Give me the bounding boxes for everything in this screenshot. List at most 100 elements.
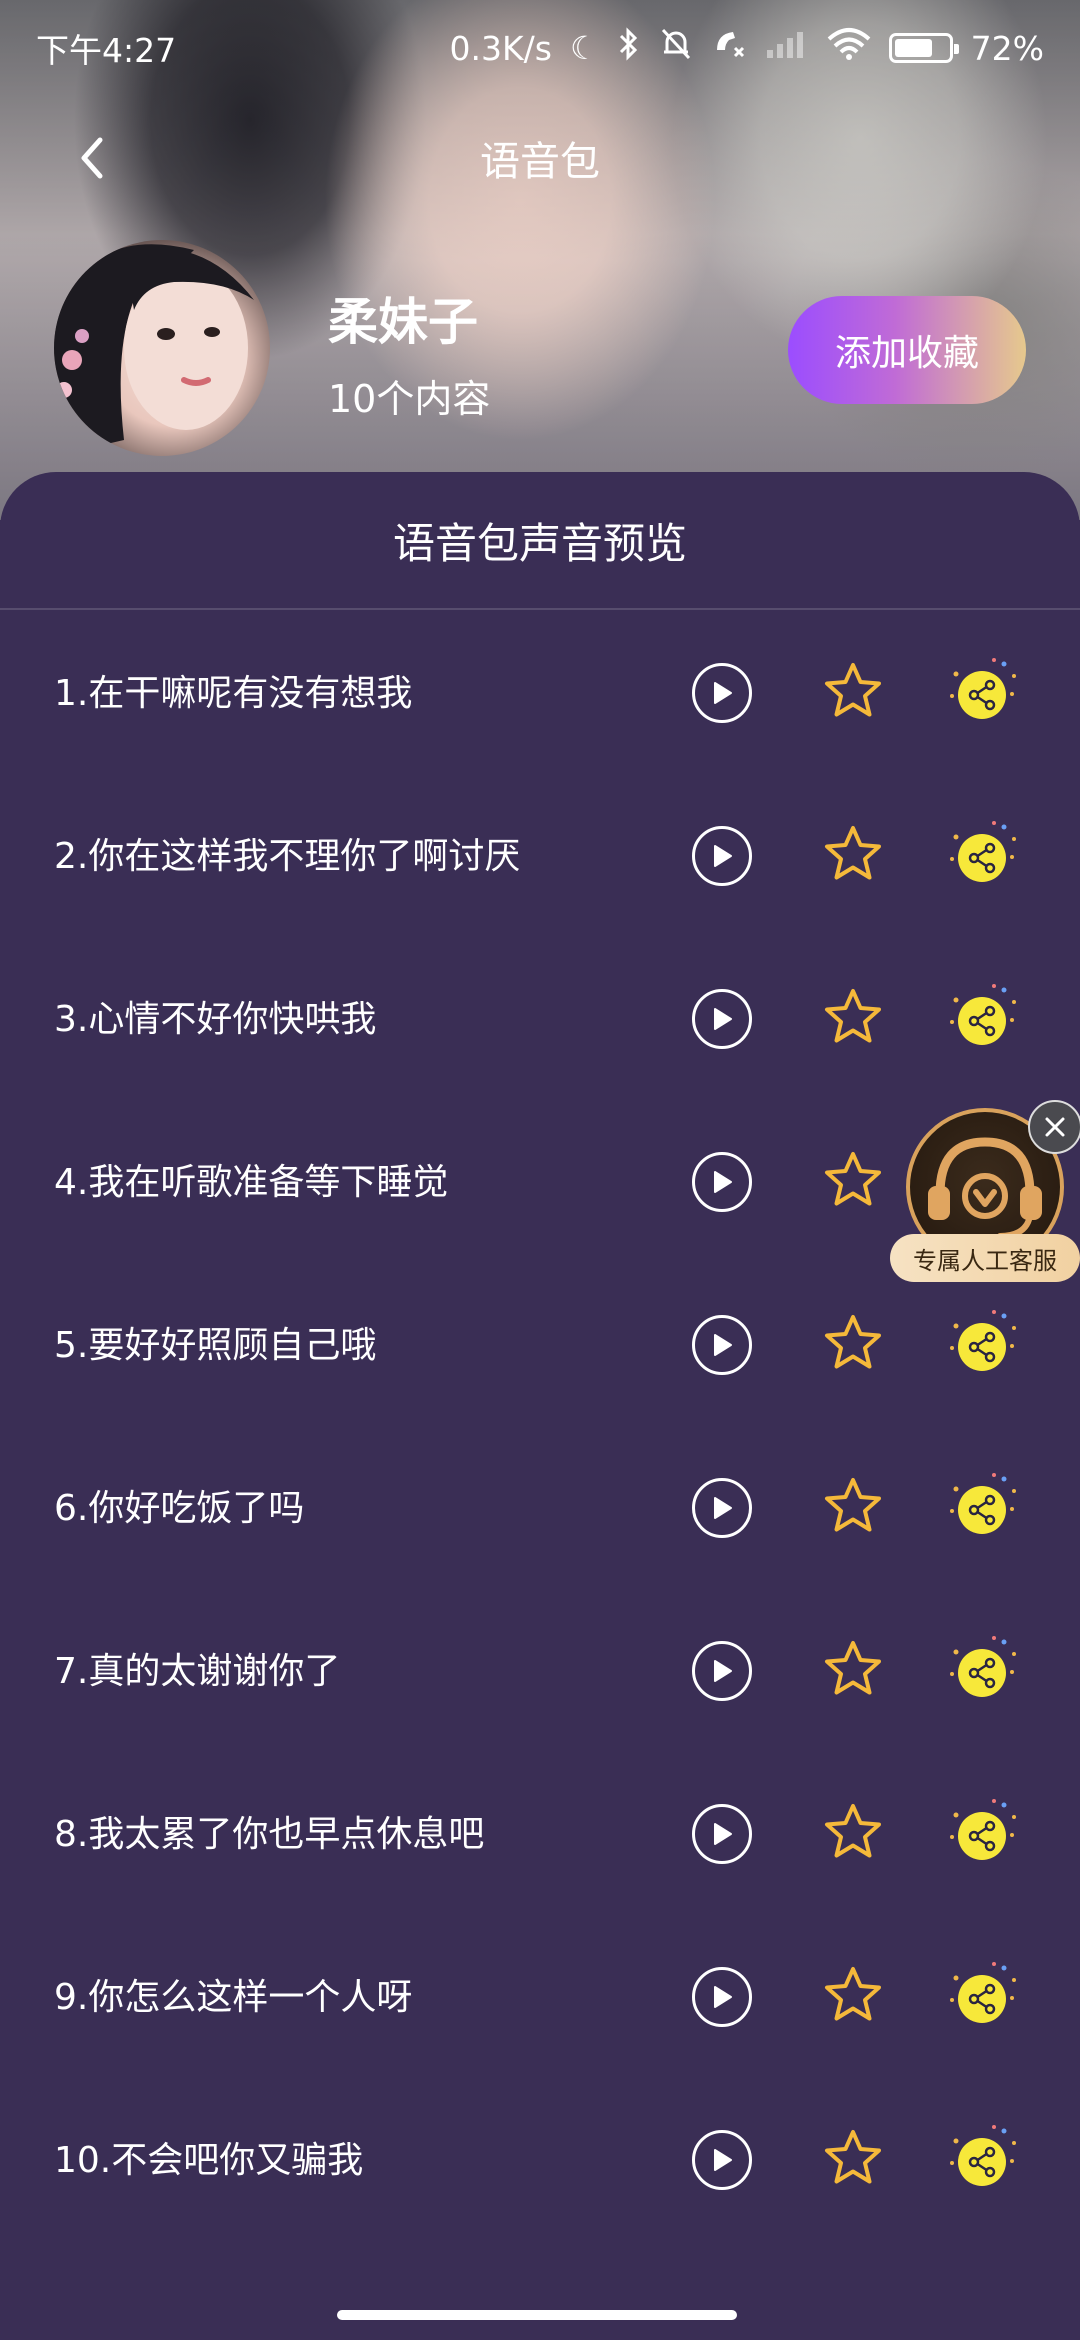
add-favorite-button[interactable]: 添加收藏 [788, 296, 1026, 404]
share-icon [950, 658, 1016, 719]
list-item: 3.心情不好你快哄我 [0, 938, 1080, 1101]
play-icon [714, 1334, 732, 1356]
share-icon [950, 1473, 1016, 1534]
play-button[interactable] [692, 826, 752, 886]
play-button[interactable] [692, 663, 752, 723]
favorite-star-button[interactable] [822, 1801, 884, 1863]
share-button[interactable] [944, 2121, 1020, 2197]
list-item: 2.你在这样我不理你了啊讨厌 [0, 775, 1080, 938]
list-item: 1.在干嘛呢有没有想我 [0, 612, 1080, 775]
share-button[interactable] [944, 980, 1020, 1056]
battery-percent: 72% [970, 28, 1044, 68]
voice-item-label: 3.心情不好你快哄我 [54, 999, 377, 1040]
profile-name: 柔妹子 [328, 293, 478, 351]
play-icon [714, 845, 732, 867]
voice-preview-panel: 语音包声音预览 1.在干嘛呢有没有想我 2.你在这样我不理你了啊讨厌 3.心情不… [0, 472, 1080, 2340]
share-button[interactable] [944, 1306, 1020, 1382]
star-icon [825, 1804, 881, 1858]
list-item: 6.你好吃饭了吗 [0, 1427, 1080, 1590]
back-button[interactable] [60, 126, 124, 190]
battery-icon [888, 33, 959, 63]
voice-item-label: 9.你怎么这样一个人呀 [54, 1977, 413, 2018]
share-icon [950, 2125, 1016, 2186]
play-icon [714, 682, 732, 704]
close-service-button[interactable] [1028, 1100, 1080, 1154]
play-button[interactable] [692, 2130, 752, 2190]
star-icon [825, 1315, 881, 1369]
voice-list: 1.在干嘛呢有没有想我 2.你在这样我不理你了啊讨厌 3.心情不好你快哄我 4.… [0, 612, 1080, 2242]
star-icon [825, 826, 881, 880]
moon-icon: ☾ [569, 29, 599, 67]
favorite-star-button[interactable] [822, 1638, 884, 1700]
close-icon [1045, 1117, 1065, 1137]
voice-item-label: 8.我太累了你也早点休息吧 [54, 1814, 485, 1855]
status-bar: 下午4:27 0.3K/s ☾ 72% [0, 0, 1080, 96]
star-icon [825, 663, 881, 717]
voice-item-label: 2.你在这样我不理你了啊讨厌 [54, 836, 521, 877]
star-icon [825, 989, 881, 1043]
customer-service-widget[interactable]: 专属人工客服 [890, 1100, 1080, 1288]
list-item: 7.真的太谢谢你了 [0, 1590, 1080, 1753]
voice-item-label: 1.在干嘛呢有没有想我 [54, 673, 413, 714]
content-count: 10个内容 [328, 377, 491, 421]
play-icon [714, 1008, 732, 1030]
star-icon [825, 1478, 881, 1532]
play-icon [714, 1986, 732, 2008]
voice-item-label: 10.不会吧你又骗我 [54, 2140, 364, 2181]
star-icon [825, 2130, 881, 2184]
avatar [54, 240, 270, 456]
play-button[interactable] [692, 989, 752, 1049]
nav-bar: 语音包 [0, 110, 1080, 206]
page-title: 语音包 [480, 139, 600, 185]
play-icon [714, 2149, 732, 2171]
share-button[interactable] [944, 1795, 1020, 1871]
favorite-star-button[interactable] [822, 986, 884, 1048]
voice-pack-screen: 下午4:27 0.3K/s ☾ 72% 语音包 柔妹子 10个内容 添加收藏 语… [0, 0, 1080, 2340]
list-item: 10.不会吧你又骗我 [0, 2079, 1080, 2242]
voice-item-label: 7.真的太谢谢你了 [54, 1651, 341, 1692]
share-button[interactable] [944, 654, 1020, 730]
play-icon [714, 1497, 732, 1519]
share-icon [950, 1799, 1016, 1860]
network-speed: 0.3K/s [449, 28, 552, 68]
favorite-star-button[interactable] [822, 1964, 884, 2026]
play-button[interactable] [692, 1804, 752, 1864]
chevron-left-icon [81, 137, 103, 179]
star-icon [825, 1967, 881, 2021]
favorite-star-button[interactable] [822, 1312, 884, 1374]
bluetooth-icon [617, 26, 641, 70]
play-button[interactable] [692, 1315, 752, 1375]
share-icon [950, 1310, 1016, 1371]
divider [0, 608, 1080, 610]
play-icon [714, 1171, 732, 1193]
voice-item-label: 4.我在听歌准备等下睡觉 [54, 1162, 449, 1203]
play-button[interactable] [692, 1967, 752, 2027]
share-button[interactable] [944, 1632, 1020, 1708]
share-button[interactable] [944, 1469, 1020, 1545]
share-icon [950, 1962, 1016, 2023]
call-blocked-icon [711, 26, 747, 70]
share-icon [950, 821, 1016, 882]
play-icon [714, 1660, 732, 1682]
share-button[interactable] [944, 817, 1020, 893]
share-icon [950, 1636, 1016, 1697]
favorite-star-button[interactable] [822, 660, 884, 722]
home-indicator[interactable] [337, 2310, 737, 2320]
favorite-star-button[interactable] [822, 823, 884, 885]
play-button[interactable] [692, 1478, 752, 1538]
play-button[interactable] [692, 1152, 752, 1212]
play-button[interactable] [692, 1641, 752, 1701]
voice-item-label: 5.要好好照顾自己哦 [54, 1325, 377, 1366]
mute-bell-icon [659, 26, 693, 70]
list-item: 8.我太累了你也早点休息吧 [0, 1753, 1080, 1916]
wifi-icon [827, 27, 871, 69]
panel-title: 语音包声音预览 [392, 518, 687, 568]
list-item: 5.要好好照顾自己哦 [0, 1264, 1080, 1427]
favorite-star-button[interactable] [822, 2127, 884, 2189]
favorite-star-button[interactable] [822, 1149, 884, 1211]
favorite-star-button[interactable] [822, 1475, 884, 1537]
list-item: 9.你怎么这样一个人呀 [0, 1916, 1080, 2079]
share-button[interactable] [944, 1958, 1020, 2034]
service-label[interactable]: 专属人工客服 [890, 1234, 1080, 1282]
status-time: 下午4:27 [36, 31, 177, 70]
